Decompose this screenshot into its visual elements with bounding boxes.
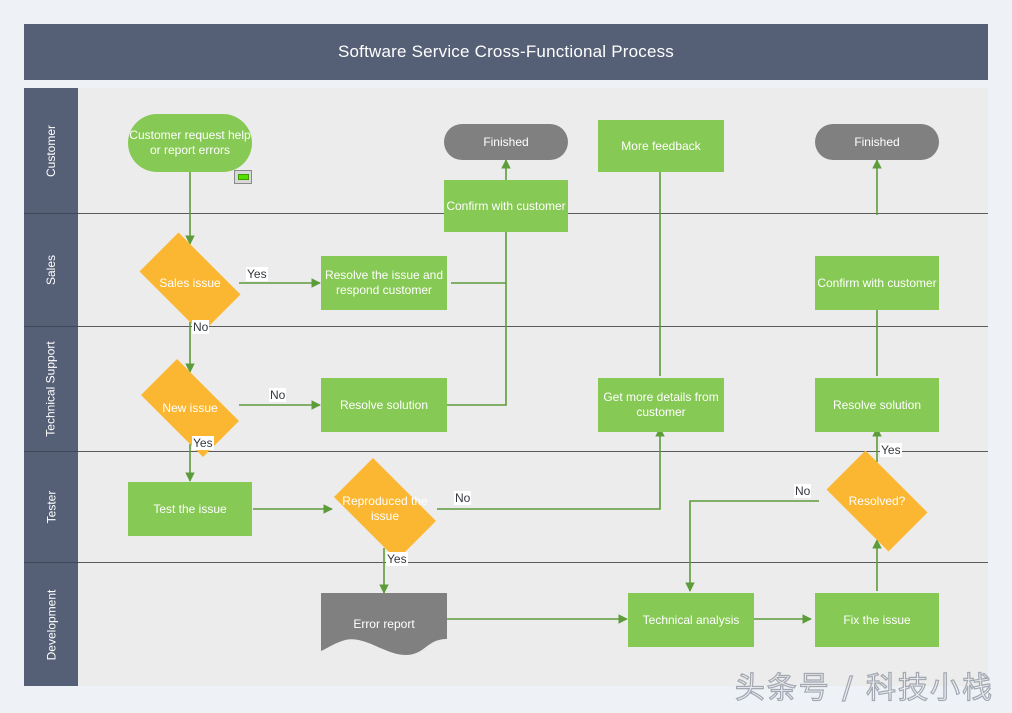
node-label-resolve-solution-1: Resolve solution (339, 397, 429, 412)
lane-header-column: Customer Sales Technical Support Tester … (24, 88, 78, 686)
lane-header-sales[interactable]: Sales (24, 214, 78, 327)
node-error-report[interactable]: Error report (321, 593, 447, 655)
lane-header-customer[interactable]: Customer (24, 88, 78, 214)
lane-header-tester[interactable]: Tester (24, 452, 78, 563)
node-test-the-issue[interactable]: Test the issue (128, 482, 252, 536)
node-confirm-with-customer-left[interactable]: Confirm with customer (444, 180, 568, 232)
node-label-customer-request: Customer request help or report errors (129, 128, 251, 157)
node-technical-analysis[interactable]: Technical analysis (628, 593, 754, 647)
page-title: Software Service Cross-Functional Proces… (337, 42, 675, 61)
node-fix-the-issue[interactable]: Fix the issue (815, 593, 939, 647)
node-customer-request[interactable]: Customer request help or report errors (128, 114, 252, 172)
node-finished-right[interactable]: Finished (815, 124, 939, 160)
lane-label-tester: Tester (44, 490, 58, 524)
node-label-more-feedback: More feedback (621, 138, 701, 153)
node-new-issue[interactable]: New issue (128, 359, 252, 457)
node-resolve-issue-respond-customer[interactable]: Resolve the issue and respond customer (321, 256, 447, 310)
node-label-confirm-with-customer-left: Confirm with customer (446, 198, 566, 213)
watermark: 头条号 / 科技小栈 (734, 670, 994, 706)
node-reproduced-the-issue[interactable]: Reproduced the issue (322, 458, 448, 560)
node-label-sales-issue: Sales issue (159, 275, 221, 290)
edge-label-resolved-yes: Yes (880, 443, 902, 457)
node-label-fix-the-issue: Fix the issue (843, 612, 911, 627)
page-root: Software Service Cross-Functional Proces… (0, 0, 1012, 713)
node-resolved[interactable]: Resolved? (815, 450, 939, 552)
edge-label-new-issue-no: No (269, 388, 287, 402)
diagram-title-bar: Software Service Cross-Functional Proces… (24, 24, 988, 80)
node-confirm-with-customer-right[interactable]: Confirm with customer (815, 256, 939, 310)
node-label-error-report: Error report (353, 616, 415, 631)
lane-label-technical-support: Technical Support (44, 341, 59, 437)
node-label-resolved: Resolved? (848, 493, 906, 508)
edge-label-reproduced-no: No (454, 491, 472, 505)
edge-label-resolved-no: No (794, 484, 812, 498)
node-resolve-solution-2[interactable]: Resolve solution (815, 378, 939, 432)
node-sales-issue[interactable]: Sales issue (128, 232, 252, 334)
node-more-feedback[interactable]: More feedback (598, 120, 724, 172)
lane-header-development[interactable]: Development (24, 563, 78, 686)
note-indicator-inner (237, 174, 249, 180)
swimlane-diagram: Customer Sales Technical Support Tester … (24, 88, 988, 686)
node-label-new-issue: New issue (162, 400, 218, 415)
node-label-confirm-with-customer-right: Confirm with customer (817, 275, 937, 290)
node-get-more-details-from-customer[interactable]: Get more details from customer (598, 378, 724, 432)
node-label-technical-analysis: Technical analysis (642, 612, 740, 627)
node-label-finished-right: Finished (854, 134, 900, 149)
edge-label-sales-no: No (192, 320, 210, 334)
node-label-reproduced-the-issue: Reproduced the issue (342, 494, 428, 523)
node-label-get-more-details-from-customer: Get more details from customer (603, 390, 719, 419)
lane-label-customer: Customer (43, 124, 58, 177)
edge-label-reproduced-yes: Yes (386, 552, 408, 566)
node-finished-left[interactable]: Finished (444, 124, 568, 160)
node-label-test-the-issue: Test the issue (153, 501, 227, 516)
node-label-resolve-issue-respond-customer: Resolve the issue and respond customer (324, 268, 444, 297)
lane-label-sales: Sales (44, 254, 58, 286)
lane-label-development: Development (44, 589, 58, 660)
node-label-finished-left: Finished (483, 134, 529, 149)
node-label-resolve-solution-2: Resolve solution (832, 397, 922, 412)
lane-header-technical-support[interactable]: Technical Support (24, 327, 78, 452)
edge-label-new-issue-yes: Yes (192, 436, 214, 450)
note-indicator-icon[interactable] (234, 170, 252, 184)
node-resolve-solution-1[interactable]: Resolve solution (321, 378, 447, 432)
edge-label-sales-yes: Yes (246, 267, 268, 281)
